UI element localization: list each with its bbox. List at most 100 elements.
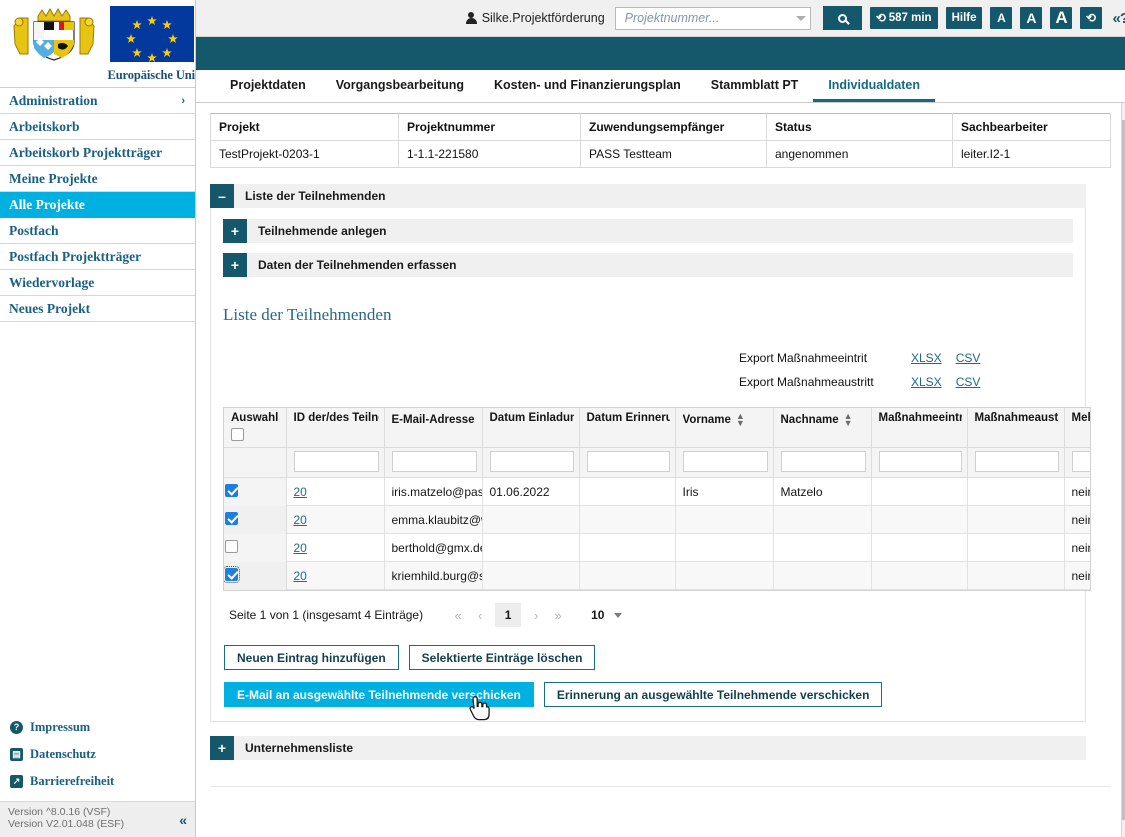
filter-cell-email[interactable] — [384, 447, 483, 478]
vertical-scrollbar[interactable]: ▲ ▼ — [1121, 103, 1125, 837]
participant-id-link[interactable]: 20 — [294, 485, 307, 499]
col-header-datum-einladung[interactable]: Datum Einladung — [482, 408, 580, 448]
cell-id[interactable]: 20 — [286, 505, 385, 534]
sort-icon[interactable]: ▲ ▼ — [844, 412, 853, 427]
footer-link-impressum[interactable]: ? Impressum — [8, 714, 195, 741]
filter-cell-datum-einladung[interactable] — [482, 447, 580, 478]
filter-input-massnahmeeintritt[interactable] — [878, 451, 962, 472]
accordion-header[interactable]: – Liste der Teilnehmenden — [210, 184, 1086, 208]
font-size-large-button[interactable]: A — [1050, 7, 1073, 29]
participant-id-link[interactable]: 20 — [294, 541, 307, 555]
search-input[interactable] — [622, 10, 792, 26]
col-header-massnahmeaustritt[interactable]: Maßnahmeaustrit — [967, 408, 1065, 448]
tab-projektdaten[interactable]: Projektdaten — [215, 70, 321, 102]
font-size-small-button[interactable]: A — [990, 7, 1013, 29]
tab-kosten-und-finanzierungsplan[interactable]: Kosten- und Finanzierungsplan — [479, 70, 696, 102]
pagination-prev-button[interactable]: ‹ — [469, 604, 491, 626]
row-checkbox[interactable] — [225, 539, 238, 553]
filter-input-id[interactable] — [293, 451, 379, 472]
export-csv-link-eintritt[interactable]: CSV — [956, 351, 981, 365]
collapse-sidebar-button[interactable]: « — [179, 806, 187, 828]
sidebar-item-postfach-projekttraeger[interactable]: Postfach Projektträger — [0, 244, 195, 270]
add-entry-button[interactable]: Neuen Eintrag hinzufügen — [224, 645, 399, 670]
sidebar-item-alle-projekte[interactable]: Alle Projekte — [0, 192, 195, 218]
pagination-first-button[interactable]: « — [447, 604, 469, 626]
filter-cell-vorname[interactable] — [675, 447, 774, 478]
sidebar-item-arbeitskorb[interactable]: Arbeitskorb — [0, 114, 195, 140]
pagination-last-button[interactable]: » — [547, 604, 569, 626]
page-size-select[interactable]: 10 — [591, 608, 623, 622]
delete-selected-button[interactable]: Selektierte Einträge löschen — [408, 645, 596, 670]
filter-input-massnahmeaustritt[interactable] — [974, 451, 1059, 472]
accordion-header[interactable]: + Unternehmensliste — [210, 736, 1086, 760]
export-xlsx-link-austritt[interactable]: XLSX — [911, 375, 942, 389]
select-all-checkbox[interactable] — [231, 428, 244, 441]
col-header-datum-erinnerung[interactable]: Datum Erinnerun — [579, 408, 676, 448]
col-header-nachname[interactable]: Nachname ▲ ▼ — [773, 408, 872, 448]
sidebar-item-arbeitskorb-projekttraeger[interactable]: Arbeitskorb Projektträger — [0, 140, 195, 166]
filter-cell-nachname[interactable] — [773, 447, 872, 478]
participant-id-link[interactable]: 20 — [294, 513, 307, 527]
filter-input-datum-einladung[interactable] — [489, 451, 574, 472]
pagination-page-1[interactable]: 1 — [495, 603, 522, 627]
sort-icon[interactable]: ▲ ▼ — [736, 412, 745, 427]
export-xlsx-link-eintritt[interactable]: XLSX — [911, 351, 942, 365]
filter-cell-id[interactable] — [286, 447, 385, 478]
col-header-id[interactable]: ID der/des Teilne — [286, 408, 385, 448]
cell-sachbearbeiter: leiter.I2-1 — [952, 140, 1111, 168]
send-reminder-button[interactable]: Erinnerung an ausgewählte Teilnehmende v… — [543, 682, 883, 707]
filter-cell-massnahmeeintritt[interactable] — [871, 447, 968, 478]
col-header-mehrfach[interactable]: Mehrfac — [1064, 408, 1090, 448]
pagination-next-button[interactable]: › — [525, 604, 547, 626]
filter-cell-massnahmeaustritt[interactable] — [967, 447, 1065, 478]
sidebar-item-administration[interactable]: Administration › — [0, 88, 195, 114]
search-button[interactable] — [822, 6, 862, 30]
send-email-button[interactable]: E-Mail an ausgewählte Teilnehmende versc… — [224, 682, 534, 707]
row-select-cell[interactable] — [224, 477, 287, 506]
footer-link-datenschutz[interactable]: ▤ Datenschutz — [8, 741, 195, 768]
filter-cell-mehrfach[interactable] — [1064, 447, 1090, 478]
accordion-collapse-toggle[interactable]: – — [210, 184, 234, 208]
col-header-vorname[interactable]: Vorname ▲ ▼ — [675, 408, 774, 448]
sidebar-item-postfach[interactable]: Postfach — [0, 218, 195, 244]
cell-id[interactable]: 20 — [286, 533, 385, 562]
row-checkbox[interactable] — [224, 565, 240, 583]
cell-id[interactable]: 20 — [286, 561, 385, 590]
tab-individualdaten[interactable]: Individualdaten — [813, 70, 935, 102]
sub-accordion-expand-toggle[interactable]: + — [223, 219, 247, 243]
filter-input-vorname[interactable] — [682, 451, 768, 472]
help-button[interactable]: Hilfe — [945, 7, 983, 29]
filter-input-nachname[interactable] — [780, 451, 866, 472]
filter-input-mehrfach[interactable] — [1071, 451, 1090, 472]
row-select-cell[interactable] — [224, 533, 287, 562]
row-checkbox[interactable] — [225, 483, 238, 497]
footer-link-barrierefreiheit[interactable]: ↗ Barrierefreiheit — [8, 768, 195, 795]
sub-accordion-teilnehmende-anlegen[interactable]: + Teilnehmende anlegen — [223, 219, 1073, 243]
participant-id-link[interactable]: 20 — [294, 569, 307, 583]
sidebar-item-neues-projekt[interactable]: Neues Projekt — [0, 296, 195, 322]
accordion-expand-toggle[interactable]: + — [210, 736, 234, 760]
filter-input-email[interactable] — [391, 451, 477, 472]
row-checkbox[interactable] — [225, 511, 238, 525]
tab-vorgangsbearbeitung[interactable]: Vorgangsbearbeitung — [321, 70, 479, 102]
reload-button[interactable]: ⟳ — [1080, 7, 1103, 29]
session-timer-button[interactable]: ⟳ 587 min — [869, 7, 938, 29]
sub-accordion-expand-toggle[interactable]: + — [223, 253, 247, 277]
cell-id[interactable]: 20 — [286, 477, 385, 506]
sidebar-item-wiedervorlage[interactable]: Wiedervorlage — [0, 270, 195, 296]
chevron-down-icon[interactable] — [795, 15, 806, 21]
col-header-email[interactable]: E-Mail-Adresse ▲▼ — [384, 408, 483, 448]
export-csv-link-austritt[interactable]: CSV — [956, 375, 981, 389]
cell-nachname: Matzelo — [773, 477, 872, 506]
project-search-combo[interactable] — [614, 6, 811, 30]
row-select-cell[interactable] — [224, 561, 287, 590]
row-select-cell[interactable] — [224, 505, 287, 534]
font-size-medium-button[interactable]: A — [1020, 7, 1043, 29]
filter-cell-datum-erinnerung[interactable] — [579, 447, 676, 478]
sidebar-item-meine-projekte[interactable]: Meine Projekte — [0, 166, 195, 192]
sub-accordion-daten-erfassen[interactable]: + Daten der Teilnehmenden erfassen — [223, 253, 1073, 277]
help-toggle-icon[interactable]: «? — [1110, 10, 1125, 27]
filter-input-datum-erinnerung[interactable] — [586, 451, 670, 472]
tab-stammblatt-pt[interactable]: Stammblatt PT — [696, 70, 814, 102]
col-header-massnahmeeintritt[interactable]: Maßnahmeeintrit — [871, 408, 968, 448]
